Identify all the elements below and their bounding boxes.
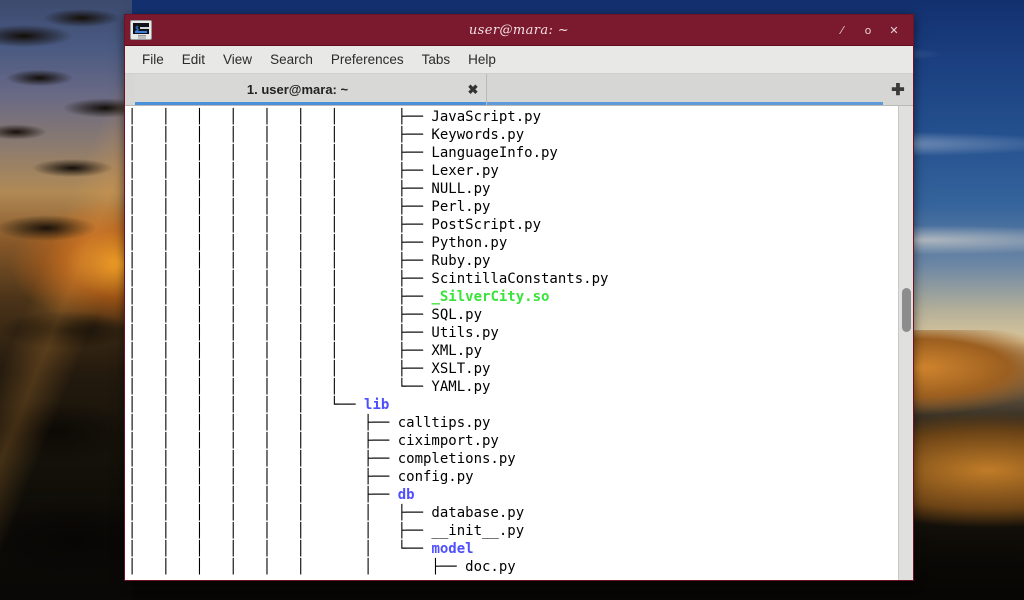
menu-item-help[interactable]: Help: [459, 49, 505, 70]
menu-item-file[interactable]: File: [133, 49, 173, 70]
terminal-output[interactable]: │ │ │ │ │ │ │ ├── JavaScript.py │ │ │ │ …: [125, 106, 898, 580]
menu-item-tabs[interactable]: Tabs: [413, 49, 460, 70]
terminal-scrollbar[interactable]: [898, 106, 913, 580]
scrollbar-thumb[interactable]: [902, 288, 911, 332]
terminal-body[interactable]: │ │ │ │ │ │ │ ├── JavaScript.py │ │ │ │ …: [125, 106, 913, 580]
tab-close-icon[interactable]: ✖: [460, 82, 486, 98]
desktop-wallpaper-left: [0, 0, 132, 600]
menu-item-search[interactable]: Search: [261, 49, 322, 70]
tab-user-mara[interactable]: 1. user@mara: ~ ✖: [135, 74, 487, 105]
window-titlebar[interactable]: $ user@mara: ~ ⁄ o ✕: [125, 15, 913, 46]
window-title: user@mara: ~: [125, 23, 913, 38]
menubar: File Edit View Search Preferences Tabs H…: [125, 46, 913, 74]
desktop: $ user@mara: ~ ⁄ o ✕ File Edit View Sear…: [0, 0, 1024, 600]
tab-label: 1. user@mara: ~: [135, 82, 460, 97]
menu-item-preferences[interactable]: Preferences: [322, 49, 413, 70]
minimize-icon[interactable]: ⁄: [829, 19, 855, 41]
maximize-icon[interactable]: o: [855, 19, 881, 41]
new-tab-button[interactable]: ✚: [883, 74, 913, 105]
window-controls: ⁄ o ✕: [829, 19, 913, 41]
menu-item-edit[interactable]: Edit: [173, 49, 214, 70]
tabbar: 1. user@mara: ~ ✖ ✚: [125, 74, 913, 106]
terminal-icon: $: [130, 20, 152, 40]
menu-item-view[interactable]: View: [214, 49, 261, 70]
close-icon[interactable]: ✕: [881, 19, 907, 41]
tabbar-empty-area: [487, 74, 883, 105]
terminal-window: $ user@mara: ~ ⁄ o ✕ File Edit View Sear…: [124, 14, 914, 581]
